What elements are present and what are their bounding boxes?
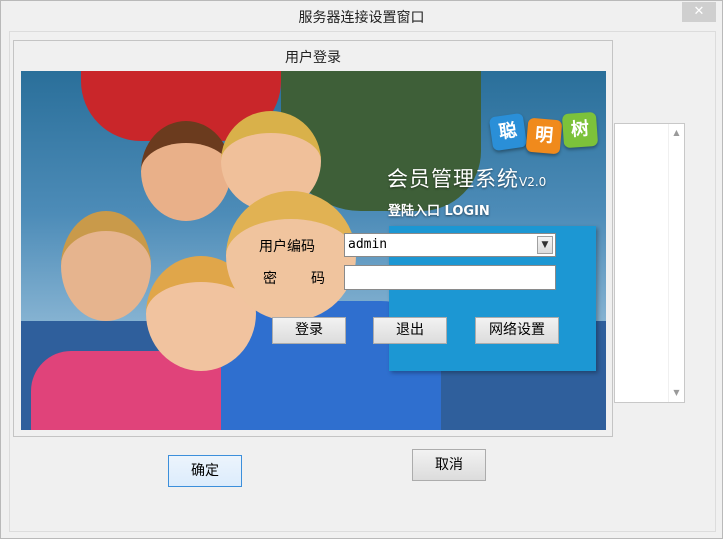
window-title: 服务器连接设置窗口 <box>298 10 425 26</box>
brand-logo: 聪 明 树 <box>488 109 601 159</box>
exit-button[interactable]: 退出 <box>373 317 447 344</box>
logo-tile: 明 <box>525 117 563 155</box>
system-version: V2.0 <box>519 175 547 189</box>
close-icon: ✕ <box>693 4 705 19</box>
user-login-panel: 用户登录 聪 明 树 会员管理系统V2.0 登陆入口 LOGIN 用户编码 ad… <box>13 40 613 437</box>
scroll-up-icon[interactable]: ▲ <box>669 126 684 140</box>
network-settings-button[interactable]: 网络设置 <box>475 317 559 344</box>
ok-button[interactable]: 确定 <box>168 455 242 487</box>
photo-face <box>226 191 356 321</box>
log-textarea[interactable]: ▲ ▼ <box>614 123 685 403</box>
logo-tile: 聪 <box>488 112 528 152</box>
cancel-button[interactable]: 取消 <box>412 449 486 481</box>
login-background-image: 聪 明 树 会员管理系统V2.0 登陆入口 LOGIN 用户编码 admin ▼… <box>21 71 606 430</box>
username-combobox[interactable]: admin ▼ <box>344 233 556 257</box>
logo-tile: 树 <box>561 111 599 149</box>
password-input[interactable] <box>344 265 556 290</box>
password-label-char-1: 密 <box>263 271 277 287</box>
title-bar[interactable]: 服务器连接设置窗口 ✕ <box>1 1 722 31</box>
password-label-char-2: 码 <box>311 271 325 287</box>
username-label: 用户编码 <box>259 239 315 255</box>
server-connection-window: 服务器连接设置窗口 ✕ ▲ ▼ 用户登录 聪 明 树 会员管理系统V2.0 登陆… <box>0 0 723 539</box>
client-area: ▲ ▼ 用户登录 聪 明 树 会员管理系统V2.0 登陆入口 LOGIN 用户编… <box>9 31 716 532</box>
chevron-down-icon[interactable]: ▼ <box>537 236 553 254</box>
username-value: admin <box>348 237 388 252</box>
login-entry-label: 登陆入口 LOGIN <box>388 204 490 219</box>
scroll-down-icon[interactable]: ▼ <box>669 386 684 400</box>
close-button[interactable]: ✕ <box>682 2 716 22</box>
system-name: 会员管理系统 <box>387 167 519 191</box>
photo-face <box>61 211 151 321</box>
login-button[interactable]: 登录 <box>272 317 346 344</box>
photo-face <box>141 121 231 221</box>
login-panel-title: 用户登录 <box>285 50 341 66</box>
vertical-scrollbar[interactable]: ▲ ▼ <box>668 124 684 402</box>
system-title: 会员管理系统V2.0 <box>387 163 546 193</box>
